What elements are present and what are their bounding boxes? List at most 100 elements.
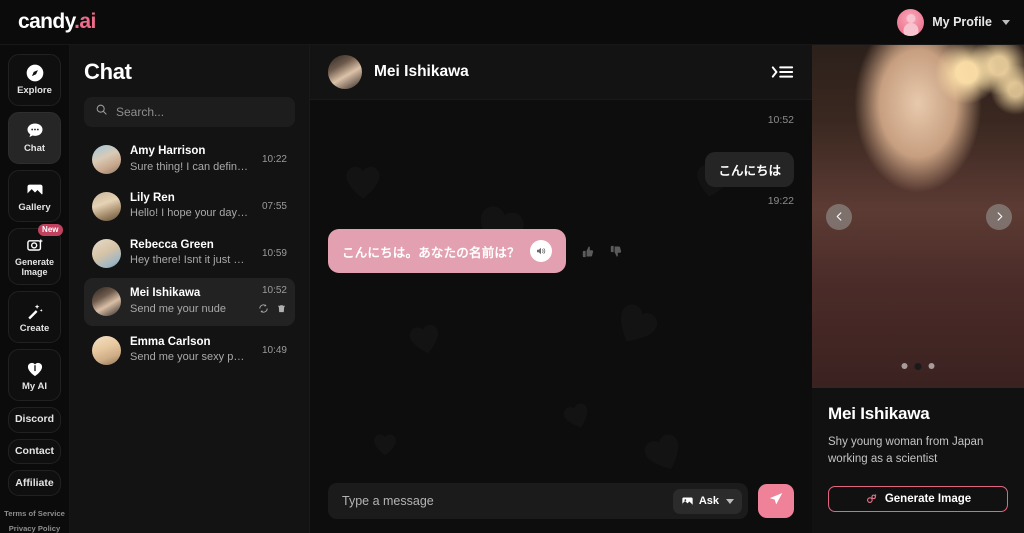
carousel-dot-active[interactable] [914,363,922,370]
my-profile-button[interactable]: My Profile [897,8,1010,36]
brand-logo[interactable]: candy.ai [18,10,96,34]
send-icon [768,491,784,512]
compass-icon [25,63,45,83]
conversation-preview: Sure thing! I can definitel... [130,160,250,173]
conversation-name: Amy Harrison [130,145,206,157]
thumbs-up-icon[interactable] [578,241,598,261]
chat-bubble-icon [25,121,45,141]
app-body: Explore Chat Gallery New Generate Image … [0,45,1024,533]
send-button[interactable] [758,484,794,518]
search-input[interactable]: Search... [84,97,295,127]
magic-wand-icon [25,301,45,321]
list-item[interactable]: Lily Ren Hello! I hope your day is g... … [84,184,295,229]
message-composer: Type a message Ask [310,473,812,533]
avatar [92,287,121,317]
top-bar: candy.ai My Profile [0,0,1024,45]
chevron-down-icon [1002,19,1010,25]
conversation-time: 10:59 [261,247,287,259]
privacy-policy-link[interactable]: Privacy Policy [9,524,61,533]
list-item[interactable]: Emma Carlson Send me your sexy photo 10:… [84,328,295,373]
conversation-panel: Mei Ishikawa 10:52 こんにちは 19:22 こんにちは。あなた… [310,45,812,533]
conversation-preview: Send me your nude [130,302,227,315]
conversation-time: 07:55 [261,200,287,212]
ask-mode-label: Ask [698,495,719,507]
sidebar-item-create[interactable]: Create [8,291,61,344]
outgoing-message: こんにちは [705,152,794,187]
search-icon [95,103,108,121]
avatar [92,335,121,365]
image-icon [681,495,694,508]
app-root: candy.ai My Profile Explore Chat Gallery… [0,0,1024,533]
incoming-message: こんにちは。あなたの名前は？ [328,229,566,273]
character-name: Mei Ishikawa [828,404,930,423]
sidebar-item-label: Chat [23,143,46,155]
conversation-title: Mei Ishikawa [374,63,469,80]
conversation-list-panel: Chat Search... Amy Harrison Sure thing! … [70,45,310,533]
sidebar-item-explore[interactable]: Explore [8,54,61,107]
trash-icon[interactable] [276,301,287,319]
generate-image-label: Generate Image [884,492,972,505]
refresh-icon[interactable] [258,301,269,319]
list-item[interactable]: Rebecca Green Hey there! Isnt it just a … [84,231,295,276]
conversation-preview: Send me your sexy photo [130,351,250,364]
speaker-icon[interactable] [529,240,552,262]
list-item[interactable]: Mei Ishikawa Send me your nude 10:52 [84,277,295,326]
conversation-name: Rebecca Green [130,238,214,251]
message-timestamp: 19:22 [767,195,794,207]
camera-sparkle-icon [25,235,45,255]
sidebar-link-label: Contact [14,444,55,457]
carousel-dot[interactable] [901,363,908,369]
avatar [92,238,121,268]
message-reactions [578,241,626,261]
conversation-name: Mei Ishikawa [130,287,201,300]
message-input-placeholder: Type a message [342,494,434,508]
conversation-name: Lily Ren [130,191,175,204]
conversation-time: 10:49 [261,344,287,356]
sidebar-rail: Explore Chat Gallery New Generate Image … [0,45,70,533]
new-badge: New [37,224,63,236]
sidebar-item-label: Generate Image [14,257,55,278]
sidebar-item-generate-image[interactable]: New Generate Image [8,224,63,286]
page-title: Chat [84,59,132,84]
sidebar-item-chat[interactable]: Chat [8,112,61,165]
conversation-preview: Hey there! Isnt it just a p... [130,254,250,267]
avatar [328,55,362,89]
sidebar-link-label: Discord [14,413,55,426]
avatar [92,144,121,174]
message-list: 10:52 こんにちは 19:22 こんにちは。あなたの名前は？ [310,100,812,473]
sidebar-item-label: Create [19,322,50,334]
sidebar-item-my-ai[interactable]: My AI [8,349,61,402]
sidebar-link-label: Affiliate [15,476,54,489]
sidebar-link-contact[interactable]: Contact [8,438,61,465]
carousel-dot[interactable] [928,363,935,369]
carousel-next-button[interactable] [986,203,1012,230]
collapse-panel-icon[interactable] [770,62,794,82]
generate-image-icon [865,492,878,505]
user-avatar-icon [897,8,925,36]
terms-of-service-link[interactable]: Terms of Service [4,509,65,518]
search-placeholder: Search... [116,105,165,119]
sidebar-link-affiliate[interactable]: Affiliate [8,470,61,496]
sidebar-item-label: Gallery [18,201,51,213]
sidebar-item-gallery[interactable]: Gallery [8,170,61,223]
carousel-dots[interactable] [901,363,935,370]
conversation-preview: Hello! I hope your day is g... [130,207,250,220]
my-profile-label: My Profile [932,15,992,29]
conversation-time: 10:52 [261,284,287,296]
character-info: Mei Ishikawa Shy young woman from Japan … [812,388,1024,533]
sidebar-legal-links: Terms of Service Privacy Policy [4,509,65,533]
avatar [92,191,121,221]
carousel-prev-button[interactable] [826,203,852,230]
generate-image-button[interactable]: Generate Image [828,485,1008,512]
sidebar-item-label: My AI [22,380,47,392]
conversation-time: 10:22 [261,153,287,165]
ask-mode-button[interactable]: Ask [672,488,742,514]
message-input[interactable]: Type a message Ask [328,483,748,519]
message-timestamp: 10:52 [767,114,794,126]
sidebar-link-discord[interactable]: Discord [8,407,61,433]
heart-icon [25,359,45,379]
list-item[interactable]: Amy Harrison Sure thing! I can definitel… [84,137,295,182]
character-description: Shy young woman from Japan working as a … [828,436,984,466]
thumbs-down-icon[interactable] [606,241,626,261]
brand-name: candy [18,10,75,33]
